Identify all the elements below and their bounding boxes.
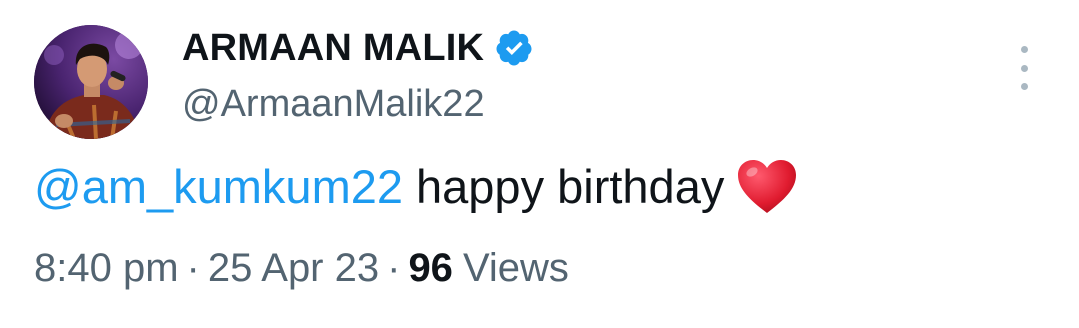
more-options-icon[interactable] [1012, 46, 1036, 90]
author-handle[interactable]: @ArmaanMalik22 [182, 80, 485, 128]
tweet-meta: 8:40 pm · 25 Apr 23 · 96 Views [34, 243, 569, 293]
mention-link[interactable]: @am_kumkum22 [34, 156, 403, 218]
tweet-date[interactable]: 25 Apr 23 [208, 246, 379, 290]
tweet-body-text: happy birthday [416, 160, 725, 213]
views-label: Views [462, 246, 569, 290]
avatar-image [34, 25, 148, 139]
verified-badge-icon[interactable] [494, 28, 534, 68]
author-name-row: ARMAAN MALIK [182, 26, 534, 70]
more-dot [1020, 83, 1028, 90]
tweet-text: @am_kumkum22 happy birthday [34, 156, 798, 218]
red-heart-icon [736, 158, 798, 216]
tweet-time[interactable]: 8:40 pm [34, 246, 179, 290]
more-dot [1020, 64, 1028, 72]
meta-separator: · [186, 246, 200, 290]
author-display-name[interactable]: ARMAAN MALIK [182, 26, 484, 70]
author-avatar[interactable] [34, 25, 148, 139]
views-count: 96 [408, 246, 453, 290]
meta-separator: · [387, 246, 401, 290]
more-dot [1020, 46, 1028, 53]
